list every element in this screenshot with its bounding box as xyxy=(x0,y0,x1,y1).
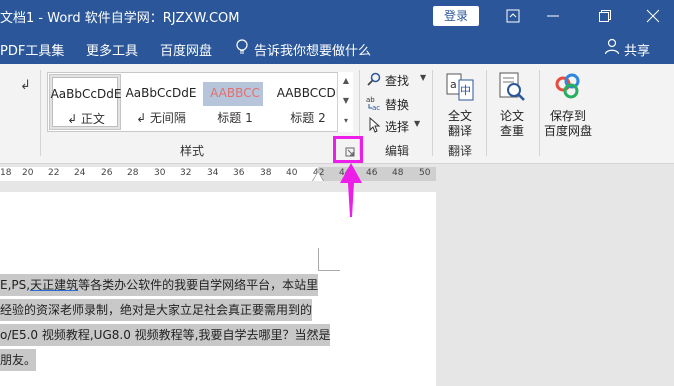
baidu-netdisk-icon xyxy=(555,73,580,99)
svg-text:ac: ac xyxy=(372,104,380,111)
style-name: 标题 2 xyxy=(290,111,326,125)
tell-me-label: 告诉我你想要做什么 xyxy=(254,44,372,59)
document-page[interactable]: E,PS,天正建筑等各类办公软件的我要自学网络平台，本站里 经验的资深老师录制，… xyxy=(0,192,436,386)
document-search-icon xyxy=(499,72,525,101)
style-heading-1[interactable]: AABBCC 标题 1 xyxy=(199,74,271,130)
save-to-baidu-button[interactable]: 保存到 百度网盘 xyxy=(540,70,596,140)
indent-marker[interactable] xyxy=(313,172,323,181)
ruler-tick: 30 xyxy=(154,168,166,178)
menu-bar: PDF工具集 更多工具 百度网盘 告诉我你想要做什么 共享 xyxy=(0,32,674,64)
close-icon xyxy=(646,9,660,23)
ruler-tick: 38 xyxy=(260,168,272,178)
editing-group-label: 编辑 xyxy=(385,144,410,158)
expand-gallery-icon[interactable]: ▾ xyxy=(341,116,351,126)
svg-text:a: a xyxy=(450,78,457,91)
style-name: 标题 1 xyxy=(217,111,253,125)
document-line[interactable]: 经验的资深老师录制，绝对是大家立足社会真正要需用到的 xyxy=(0,299,313,321)
replace-label: 替换 xyxy=(385,98,410,112)
ruler-tick: 20 xyxy=(22,168,34,178)
ruler-tick: 18 xyxy=(0,168,12,178)
styles-group-label: 样式 xyxy=(180,144,205,158)
lightbulb-icon xyxy=(236,39,248,54)
style-sample: AaBbCcDdE xyxy=(125,86,197,100)
document-line[interactable]: E,PS,天正建筑等各类办公软件的我要自学网络平台，本站里 xyxy=(0,274,319,296)
select-label: 选择 xyxy=(385,120,410,134)
ruler-tick: 26 xyxy=(101,168,113,178)
login-button[interactable]: 登录 xyxy=(433,6,479,26)
style-sample: AaBbCcDdE xyxy=(50,87,122,101)
close-button[interactable] xyxy=(638,4,668,28)
ruler-tick: 32 xyxy=(180,168,192,178)
ruler-tick: 48 xyxy=(392,168,404,178)
styles-gallery-scrollbar: ▲ ▼ ▾ xyxy=(337,72,353,132)
ruler-tick: 28 xyxy=(127,168,139,178)
document-line[interactable]: 朋友。 xyxy=(0,349,37,371)
style-normal[interactable]: AaBbCcDdE ↲ 正文 xyxy=(49,74,121,130)
cursor-icon xyxy=(369,117,381,133)
full-text-translate-button[interactable]: a中 全文 翻译 xyxy=(432,70,488,140)
chevron-down-icon: ▼ xyxy=(420,73,427,82)
paragraph-mark-icon[interactable]: ↲ xyxy=(20,78,31,93)
ruler-tick: 24 xyxy=(74,168,86,178)
annotation-arrow-icon xyxy=(340,163,362,217)
paper-check-button[interactable]: 论文 查重 xyxy=(484,70,540,140)
ruler-tick: 40 xyxy=(286,168,298,178)
menu-pdf-tools[interactable]: PDF工具集 xyxy=(0,40,64,59)
style-heading-2[interactable]: AABBCCDI 标题 2 xyxy=(272,74,344,130)
ribbon-display-options-button[interactable] xyxy=(498,4,528,28)
share-label: 共享 xyxy=(624,44,651,59)
menu-more-tools[interactable]: 更多工具 xyxy=(86,40,138,59)
replace-icon: abac xyxy=(366,96,380,111)
save-baidu-label-2: 百度网盘 xyxy=(543,124,592,138)
ruler-tick: 36 xyxy=(233,168,245,178)
ribbon-display-icon xyxy=(506,9,520,23)
person-icon xyxy=(604,38,620,55)
separator xyxy=(40,70,41,156)
scroll-up-icon[interactable]: ▲ xyxy=(341,76,351,86)
styles-gallery: AaBbCcDdE ↲ 正文 AaBbCcDdE ↲ 无间隔 AABBCC 标题… xyxy=(47,72,353,132)
paper-check-label-2: 查重 xyxy=(499,124,524,138)
ruler-tick: 22 xyxy=(48,168,60,178)
document-area: E,PS,天正建筑等各类办公软件的我要自学网络平台，本站里 经验的资深老师录制，… xyxy=(0,184,674,386)
search-icon xyxy=(367,72,381,86)
svg-text:ab: ab xyxy=(366,96,375,104)
restore-icon xyxy=(599,10,611,22)
menu-baidu-netdisk[interactable]: 百度网盘 xyxy=(160,40,212,59)
horizontal-ruler: 18 20 22 24 26 28 30 32 34 36 38 40 42 4… xyxy=(0,164,674,184)
scroll-down-icon[interactable]: ▼ xyxy=(341,96,351,106)
style-no-spacing[interactable]: AaBbCcDdE ↲ 无间隔 xyxy=(125,74,197,130)
window-title: 文档1 - Word 软件自学网：RJZXW.COM xyxy=(0,11,240,26)
ruler-tick: 34 xyxy=(207,168,219,178)
translate-icon: a中 xyxy=(446,73,474,101)
style-sample: AABBCCDI xyxy=(276,86,340,100)
style-name: ↲ 正文 xyxy=(67,112,105,126)
chevron-down-icon: ▼ xyxy=(414,119,421,128)
title-bar: 文档1 - Word 软件自学网：RJZXW.COM 登录 xyxy=(0,0,674,32)
minimize-icon xyxy=(547,15,559,17)
minimize-button[interactable] xyxy=(538,4,568,28)
find-label: 查找 xyxy=(385,74,410,88)
translate-label-2: 翻译 xyxy=(447,124,472,138)
restore-button[interactable] xyxy=(590,4,620,28)
style-name: ↲ 无间隔 xyxy=(136,111,186,125)
translate-group-label: 翻译 xyxy=(448,144,473,158)
document-line[interactable]: o/E5.0 视频教程,UG8.0 视频教程等,我要自学去哪里？当然是 xyxy=(0,324,331,346)
svg-text:中: 中 xyxy=(460,84,471,97)
styles-dialog-launcher-icon[interactable] xyxy=(345,147,355,157)
style-sample: AABBCC xyxy=(210,86,260,100)
ruler-tick: 46 xyxy=(366,168,378,178)
ruler-tick: 50 xyxy=(419,168,431,178)
